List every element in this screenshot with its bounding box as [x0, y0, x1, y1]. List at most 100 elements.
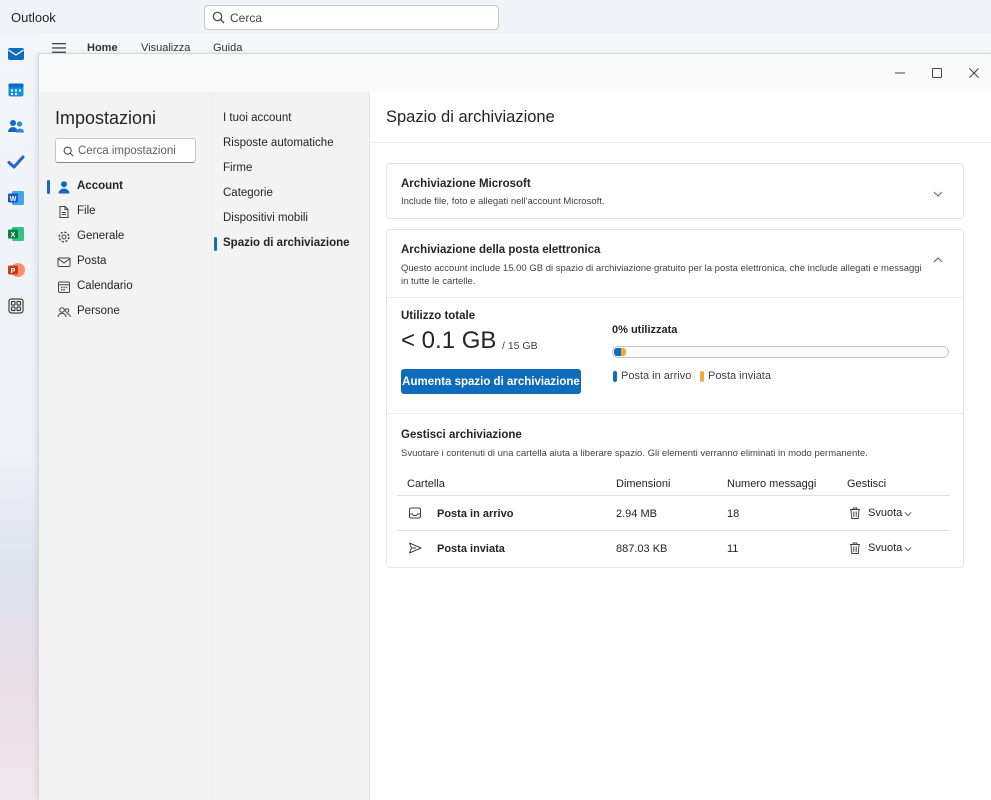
app-title: Outlook: [11, 10, 56, 25]
divider: [387, 297, 963, 298]
settings-search-input[interactable]: Cerca impostazioni: [55, 138, 196, 163]
category-label: Calendario: [77, 280, 133, 292]
manage-storage-description: Svuotare i contenuti di una cartella aiu…: [401, 448, 868, 459]
folder-size: 887.03 KB: [616, 543, 668, 555]
desktop-backdrop: [0, 34, 40, 800]
search-icon: [63, 146, 74, 157]
gear-icon: [58, 231, 70, 243]
subitem-label: I tuoi account: [223, 112, 292, 124]
empty-folder-button[interactable]: Svuota: [848, 541, 918, 557]
title-bar: Outlook Cerca: [0, 0, 991, 34]
legend-label: Posta in arrivo: [621, 370, 692, 382]
subitem-label: Risposte automatiche: [223, 137, 334, 149]
microsoft-storage-card[interactable]: Archiviazione Microsoft Include file, fo…: [386, 163, 964, 219]
folder-size: 2.94 MB: [616, 508, 657, 520]
folder-count: 18: [727, 508, 740, 520]
category-calendario[interactable]: Calendario: [47, 276, 203, 298]
search-icon: [212, 11, 225, 24]
inbox-icon: [409, 507, 421, 519]
category-persone[interactable]: Persone: [47, 301, 203, 323]
active-indicator: [214, 237, 217, 251]
minimize-icon[interactable]: [893, 66, 907, 80]
word-icon[interactable]: W: [7, 189, 25, 207]
settings-window: Impostazioni Cerca impostazioni Account …: [38, 53, 991, 800]
subitem-auto-replies[interactable]: Risposte automatiche: [212, 133, 370, 155]
chevron-up-icon[interactable]: [933, 255, 943, 265]
file-icon: [59, 206, 69, 218]
total-storage-value: / 15 GB: [502, 340, 538, 352]
subitem-categories[interactable]: Categorie: [212, 183, 370, 205]
people-icon[interactable]: [7, 117, 25, 135]
empty-folder-button[interactable]: Svuota: [848, 506, 918, 522]
trash-icon: [850, 507, 860, 519]
svg-text:X: X: [11, 232, 16, 239]
storage-progress-bar: [612, 346, 949, 358]
chevron-down-icon: [904, 512, 912, 517]
divider: [397, 495, 950, 496]
calendar-icon[interactable]: [7, 81, 25, 99]
chevron-down-icon: [904, 547, 912, 552]
category-account[interactable]: Account: [47, 176, 203, 198]
folder-count: 11: [727, 543, 739, 555]
column-header-size: Dimensioni: [616, 478, 671, 490]
mail-icon: [57, 257, 71, 267]
settings-title: Impostazioni: [55, 108, 157, 128]
card-description: Questo account include 15.00 GB di spazi…: [401, 263, 922, 287]
apps-icon[interactable]: [7, 297, 25, 315]
folder-name: Posta in arrivo: [437, 508, 514, 520]
legend-label: Posta inviata: [708, 370, 771, 382]
subitem-mobile-devices[interactable]: Dispositivi mobili: [212, 208, 370, 230]
subitem-your-accounts[interactable]: I tuoi account: [212, 108, 370, 130]
search-placeholder: Cerca: [230, 11, 263, 25]
hamburger-icon[interactable]: [52, 43, 66, 53]
used-storage-value: < 0.1 GB: [401, 327, 497, 354]
category-generale[interactable]: Generale: [47, 226, 203, 248]
active-indicator: [47, 180, 50, 194]
settings-content: Spazio di archiviazione Archiviazione Mi…: [369, 92, 991, 800]
maximize-icon[interactable]: [930, 66, 944, 80]
mail-storage-card: Archiviazione della posta elettronica Qu…: [386, 229, 964, 568]
subitem-label: Categorie: [223, 187, 273, 199]
mail-icon[interactable]: [7, 45, 25, 63]
total-usage-label: Utilizzo totale: [401, 310, 476, 322]
category-label: File: [77, 205, 96, 217]
powerpoint-icon[interactable]: P: [7, 261, 25, 279]
todo-icon[interactable]: [7, 153, 25, 171]
category-label: Posta: [77, 255, 107, 267]
card-heading: Archiviazione Microsoft: [401, 178, 531, 190]
category-file[interactable]: File: [47, 201, 203, 223]
empty-label: Svuota: [868, 507, 903, 519]
divider: [387, 413, 963, 414]
column-header-count: Numero messaggi: [727, 478, 817, 490]
category-posta[interactable]: Posta: [47, 251, 203, 273]
folder-name: Posta inviata: [437, 543, 505, 555]
increase-storage-button[interactable]: Aumenta spazio di archiviazione: [401, 369, 581, 394]
category-label: Generale: [77, 230, 125, 242]
person-icon: [58, 181, 70, 194]
subitem-signatures[interactable]: Firme: [212, 158, 370, 180]
legend-swatch: [613, 371, 617, 382]
page-title: Spazio di archiviazione: [386, 108, 555, 126]
trash-icon: [850, 542, 860, 554]
divider: [397, 530, 950, 531]
close-icon[interactable]: [967, 66, 981, 80]
excel-icon[interactable]: X: [7, 225, 25, 243]
column-header-manage: Gestisci: [847, 478, 887, 490]
card-heading: Archiviazione della posta elettronica: [401, 244, 601, 256]
calendar-icon: [58, 281, 70, 293]
subitem-storage[interactable]: Spazio di archiviazione: [212, 233, 370, 255]
column-header-folder: Cartella: [407, 478, 445, 490]
chevron-down-icon[interactable]: [933, 189, 943, 199]
settings-categories: Impostazioni Cerca impostazioni Account …: [39, 92, 211, 800]
settings-titlebar: [39, 54, 991, 92]
subitem-label: Spazio di archiviazione: [223, 237, 350, 249]
search-input[interactable]: Cerca: [204, 5, 499, 30]
inbox-usage-segment: [614, 348, 621, 356]
send-icon: [409, 542, 422, 554]
card-description: Include file, foto e allegati nell'accou…: [401, 196, 605, 207]
legend-swatch: [700, 371, 704, 382]
category-label: Persone: [77, 305, 120, 317]
sent-usage-segment: [621, 348, 626, 356]
category-label: Account: [77, 180, 123, 192]
percent-used-label: 0% utilizzata: [612, 324, 678, 336]
